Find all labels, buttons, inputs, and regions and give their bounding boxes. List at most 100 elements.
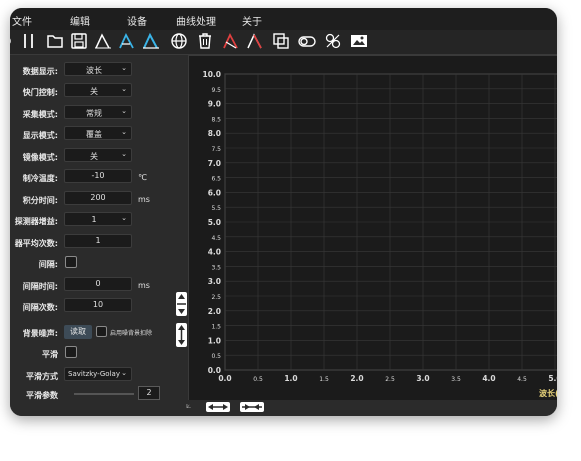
y-tick-label: 5.0 xyxy=(208,218,221,227)
globe-icon[interactable] xyxy=(170,32,188,50)
smooth-param-slider[interactable] xyxy=(74,393,134,395)
menu-about[interactable]: 关于 xyxy=(242,13,262,28)
x-tick-label: 2.5 xyxy=(385,376,395,383)
x-tick-label: 4.5 xyxy=(517,376,527,383)
gain-label: 探测器增益: xyxy=(14,217,58,226)
x-tick-label: 0.5 xyxy=(253,376,263,383)
menu-device[interactable]: 设备 xyxy=(127,13,147,28)
y-tick-label: 6.5 xyxy=(211,176,221,183)
menu-file[interactable]: 文件 xyxy=(12,13,32,28)
y-tick-label: 4.0 xyxy=(208,248,221,257)
image-icon[interactable] xyxy=(350,32,368,50)
shutter-label: 快门控制: xyxy=(22,88,58,97)
y-tick-label: 3.5 xyxy=(211,264,221,271)
y-tick-label: 1.5 xyxy=(211,324,221,331)
smooth-method-select[interactable]: Savitzky-Golay ⌄ xyxy=(64,367,132,381)
vertical-fit-button[interactable] xyxy=(176,323,187,347)
trash-icon[interactable] xyxy=(196,32,214,50)
y-tick-label: 4.5 xyxy=(211,235,221,242)
interval-label: 间隔: xyxy=(38,260,58,269)
save-icon[interactable] xyxy=(70,32,88,50)
peak-red-icon[interactable] xyxy=(222,32,240,50)
open-folder-icon[interactable] xyxy=(46,32,64,50)
vertical-expand-button[interactable] xyxy=(176,292,187,316)
mirror-mode-label: 镜像模式: xyxy=(22,153,58,162)
interval-time-unit: ms xyxy=(138,281,150,290)
background-noise-label: 背景噪声: xyxy=(22,329,58,338)
plot-bottom-bar: ⟀ xyxy=(176,400,557,416)
peak-blue-fill-icon[interactable] xyxy=(142,32,160,50)
interval-count-input[interactable]: 10 xyxy=(64,298,132,312)
y-tick-label: 10.0 xyxy=(202,70,221,79)
y-tick-label: 7.5 xyxy=(211,146,221,153)
acq-mode-select[interactable]: 常规 ⌄ xyxy=(64,105,132,119)
filter-icon[interactable] xyxy=(324,32,342,50)
y-tick-label: 7.0 xyxy=(208,159,221,168)
peak-red-alt-icon[interactable] xyxy=(246,32,264,50)
smooth-label: 平滑 xyxy=(42,350,58,359)
y-tick-label: 3.0 xyxy=(208,277,221,286)
y-tick-label: 5.5 xyxy=(211,205,221,212)
chart-canvas: 0.0 0.5 1.0 1.5 2.0 2.5 3.0 3.5 4.0 4.5 5.0 5.5 6.0 6… xyxy=(202,70,557,398)
average-count-input[interactable]: 1 xyxy=(64,234,132,248)
shutter-select[interactable]: 关 ⌄ xyxy=(64,83,132,97)
spectrum-plot[interactable]: 0.0 0.5 1.0 1.5 2.0 2.5 3.0 3.5 4.0 4.5 5.0 5.5 6.0 6… xyxy=(188,55,557,401)
smooth-param-label: 平滑参数 xyxy=(26,391,58,400)
pipe-icon[interactable] xyxy=(20,32,38,50)
y-tick-label: 8.0 xyxy=(208,129,221,138)
y-tick-label: 9.0 xyxy=(208,100,221,109)
display-label: 数据显示: xyxy=(22,67,58,76)
show-mode-label: 显示模式: xyxy=(22,131,58,140)
menu-edit[interactable]: 编辑 xyxy=(70,13,90,28)
x-axis-label: 波长(n xyxy=(539,388,557,398)
average-label: 器平均次数: xyxy=(14,239,58,248)
smooth-param-spinbox[interactable]: 2 xyxy=(138,386,160,400)
interval-time-input[interactable]: 0 xyxy=(64,277,132,291)
mirror-mode-select[interactable]: 关 ⌄ xyxy=(64,148,132,162)
cooling-unit: ℃ xyxy=(138,173,147,182)
toolbar xyxy=(10,30,557,55)
horizontal-expand-button[interactable] xyxy=(206,402,230,412)
chevron-down-icon: ⌄ xyxy=(121,369,127,377)
chevron-down-icon: ⌄ xyxy=(121,214,127,222)
read-background-button[interactable]: 读取 xyxy=(64,325,92,339)
background-subtract-checkbox[interactable] xyxy=(96,326,107,337)
x-tick-label: 2.0 xyxy=(350,374,363,383)
smooth-checkbox[interactable] xyxy=(65,346,77,358)
show-mode-select[interactable]: 覆盖 ⌄ xyxy=(64,126,132,140)
x-tick-label: 0.0 xyxy=(218,374,231,383)
y-tick-label: 8.5 xyxy=(211,116,221,123)
settings-panel: 数据显示: 波长 ⌄ 快门控制: 关 ⌄ 采集模式: 常规 ⌄ 显示模式: 覆盖… xyxy=(10,55,176,416)
interval-checkbox[interactable] xyxy=(65,256,77,268)
x-tick-label: 1.0 xyxy=(284,374,297,383)
integration-label: 积分时间: xyxy=(22,196,58,205)
x-tick-label: 1.5 xyxy=(319,376,329,383)
app-window: 文件 编辑 设备 曲线处理 关于 数据显示: 波长 ⌄ 快门控制: 关 ⌄ 采集… xyxy=(10,8,557,416)
gain-select[interactable]: 1 ⌄ xyxy=(64,212,132,226)
cooling-label: 制冷温度: xyxy=(22,174,58,183)
chevron-down-icon: ⌄ xyxy=(121,107,127,115)
menu-curve-processing[interactable]: 曲线处理 xyxy=(176,13,216,28)
y-tick-label: 2.0 xyxy=(208,307,221,316)
smooth-method-label: 平滑方式 xyxy=(26,372,58,381)
display-select[interactable]: 波长 ⌄ xyxy=(64,62,132,76)
peak-blue-icon[interactable] xyxy=(118,32,136,50)
acq-mode-label: 采集模式: xyxy=(22,110,58,119)
screenshot-icon[interactable] xyxy=(272,32,290,50)
chevron-down-icon: ⌄ xyxy=(121,85,127,93)
interval-time-label: 间隔时间: xyxy=(22,282,58,291)
integration-unit: ms xyxy=(138,195,150,204)
toggle-icon[interactable] xyxy=(298,32,316,50)
horizontal-fit-button[interactable] xyxy=(240,402,264,412)
background-subtract-label: 启用噪背景扣除 xyxy=(110,330,153,337)
cooling-temp-input[interactable]: -10 xyxy=(64,169,132,183)
partial-icon[interactable] xyxy=(10,32,18,50)
x-tick-label: 5.0 xyxy=(548,374,557,383)
integration-time-input[interactable]: 200 xyxy=(64,191,132,205)
chevron-down-icon: ⌄ xyxy=(121,150,127,158)
panel-splitter xyxy=(176,55,188,416)
peak-white-icon[interactable] xyxy=(94,32,112,50)
y-tick-label: 2.5 xyxy=(211,294,221,301)
axis-corner-icon: ⟀ xyxy=(186,401,192,411)
x-tick-label: 4.0 xyxy=(482,374,495,383)
